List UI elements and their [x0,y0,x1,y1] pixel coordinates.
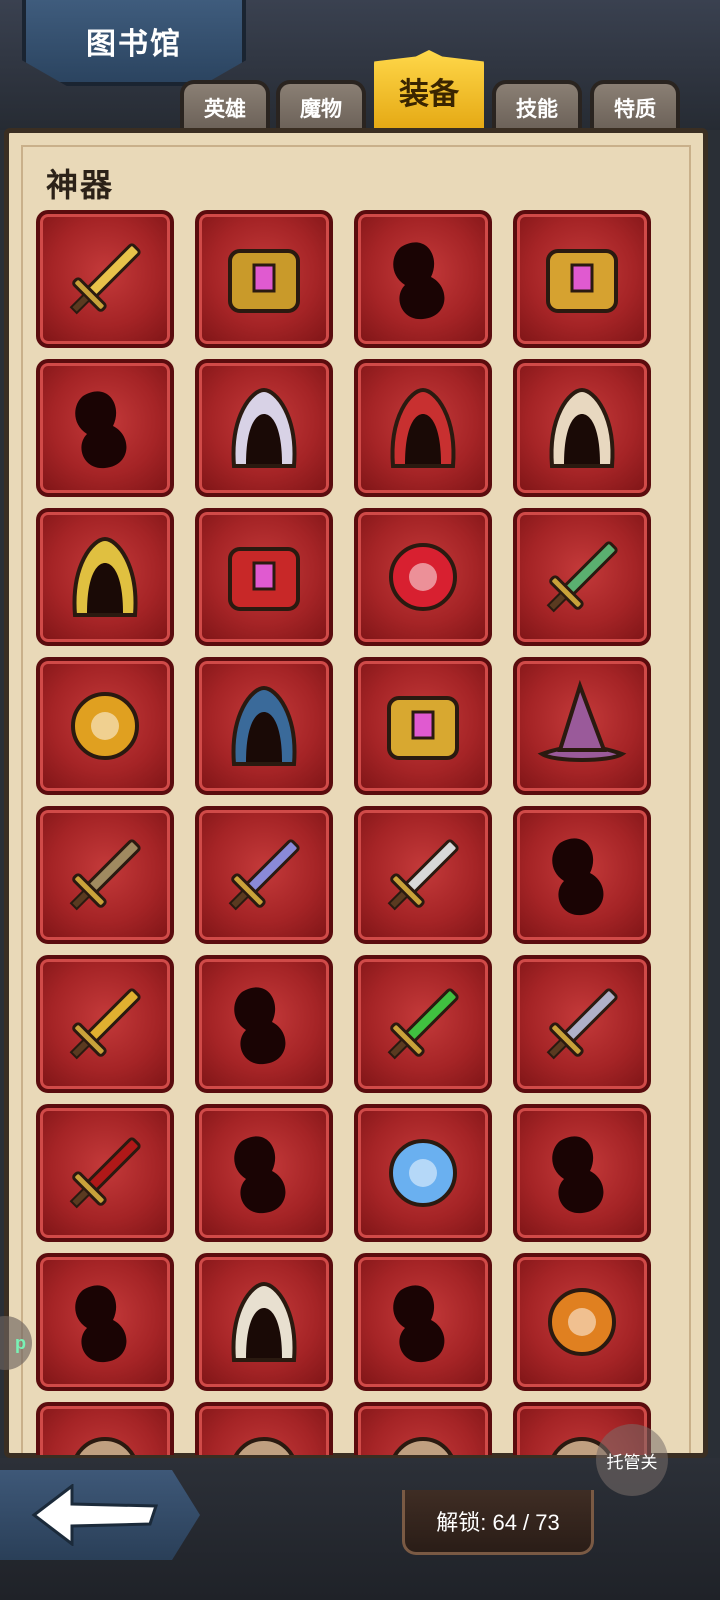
thunder-shield-icon [546,249,618,313]
artifact-slot[interactable] [513,806,651,944]
artifact-slot[interactable] [36,359,174,497]
tab-monsters[interactable]: 魔物 [276,80,366,132]
partial-3-icon [393,1437,453,1455]
arcane-orb-icon [389,1139,457,1207]
artifact-slot[interactable] [513,210,651,348]
gem-tome-icon [228,547,300,611]
artifact-slot[interactable] [354,1253,492,1391]
artifact-slot[interactable] [354,210,492,348]
unlock-counter: 解锁: 64 / 73 [402,1490,594,1555]
unknown-heart-icon [75,1285,127,1363]
tab-heroes[interactable]: 英雄 [180,80,270,132]
jeweled-robe-icon [549,387,615,468]
artifact-slot[interactable] [513,657,651,795]
auto-play-button[interactable]: 托管关 [596,1424,668,1496]
pumpkin-ring-icon [548,1288,616,1356]
artifact-slot[interactable] [195,508,333,646]
tab-traits[interactable]: 特质 [590,80,680,132]
section-title: 神器 [46,167,115,203]
golden-hood-icon [231,387,297,468]
partial-2-icon [234,1437,294,1455]
artifact-slot[interactable] [36,657,174,795]
back-arrow-icon [31,1484,159,1546]
royal-fur-cape-icon [390,387,456,468]
unknown-blade-icon [552,838,604,916]
venom-blade-icon [387,988,459,1060]
war-horn-icon [231,1281,297,1362]
unknown-staff-icon [234,1136,286,1214]
artifact-slot[interactable] [195,1104,333,1242]
auto-play-label: 托管关 [606,1452,658,1472]
page-title: 图书馆 [86,28,182,61]
lightning-gauntlet-icon [231,685,297,766]
artifact-grid [36,210,676,1455]
artifact-slot[interactable] [36,1104,174,1242]
artifact-slot[interactable] [36,806,174,944]
artifact-slot[interactable] [354,1402,492,1455]
tab-label: 魔物 [300,98,342,121]
artifact-slot[interactable] [513,508,651,646]
artifact-slot[interactable] [195,657,333,795]
shadow-scythe-icon [546,988,618,1060]
tab-label: 特质 [614,98,656,121]
artifact-slot[interactable] [195,955,333,1093]
artifact-slot[interactable] [513,955,651,1093]
blood-greatsword-icon [69,1137,141,1209]
unlock-text: 解锁: 64 / 73 [436,1510,560,1535]
unknown-book-icon [393,1285,445,1363]
artifact-slot[interactable] [195,1402,333,1455]
tab-equipment[interactable]: 装备 [374,50,484,132]
ruby-necklace-icon [389,543,457,611]
winged-helmet-icon [72,536,138,617]
artifact-slot[interactable] [354,359,492,497]
emerald-cross-staff-icon [546,541,618,613]
wizard-hat-icon [537,679,627,762]
unknown-vase-icon [75,391,127,469]
golden-backpack-icon [228,249,300,313]
side-floating-label: p [15,1332,26,1353]
artifact-slot[interactable] [513,1253,651,1391]
artifact-slot[interactable] [36,508,174,646]
artifact-slot[interactable] [354,1104,492,1242]
artifact-slot[interactable] [195,210,333,348]
artifact-slot[interactable] [354,657,492,795]
tab-label: 技能 [516,98,558,121]
artifact-slot[interactable] [513,1104,651,1242]
artifact-slot[interactable] [195,806,333,944]
artifact-slot[interactable] [36,1253,174,1391]
poison-dagger-icon [387,839,459,911]
artifact-slot[interactable] [36,210,174,348]
artifact-slot[interactable] [36,955,174,1093]
artifact-slot[interactable] [354,955,492,1093]
tab-skills[interactable]: 技能 [492,80,582,132]
unknown-axe-icon [234,987,286,1065]
storm-spear-icon [69,988,141,1060]
gem-crown-ring-icon [71,692,139,760]
tab-label: 装备 [399,78,459,111]
artifact-slot[interactable] [354,806,492,944]
winged-holy-scepter-icon [69,243,141,315]
artifact-slot[interactable] [195,1253,333,1391]
artifact-slot[interactable] [354,508,492,646]
partial-1-icon [75,1437,135,1455]
tab-label: 英雄 [204,98,246,121]
title-plate: 图书馆 [22,0,246,86]
unknown-ring-icon [552,1136,604,1214]
war-hammer-icon [69,839,141,911]
unknown-armor-icon [393,242,445,320]
artifact-slot[interactable] [513,359,651,497]
artifact-slot[interactable] [195,359,333,497]
artifact-slot[interactable] [36,1402,174,1455]
golden-bracers-icon [387,696,459,760]
crystal-sword-icon [228,839,300,911]
